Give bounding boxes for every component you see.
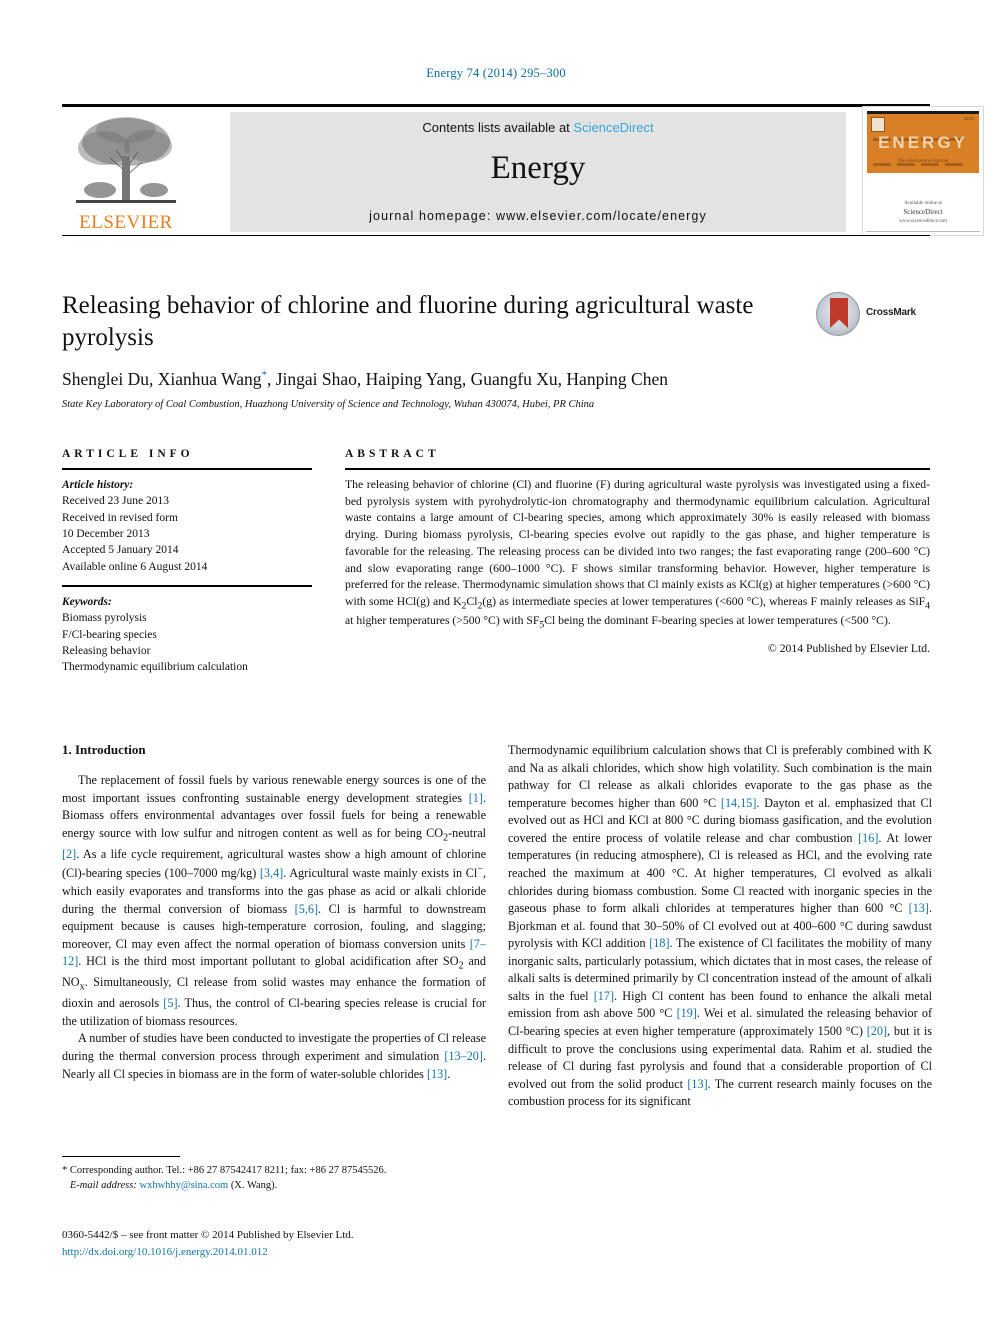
cover-footer-line1: Available online at — [904, 200, 942, 206]
keyword-item: Biomass pyrolysis — [62, 612, 147, 625]
citation-link[interactable]: [3,4] — [260, 866, 283, 880]
citation-link[interactable]: [16] — [858, 831, 878, 845]
elsevier-tree-icon — [70, 112, 182, 208]
article-history: Article history: Received 23 June 2013 R… — [62, 477, 312, 575]
masthead-top-rule — [62, 104, 930, 107]
crossmark-label: CrossMark — [866, 307, 916, 318]
author-names-rest: , Jingai Shao, Haiping Yang, Guangfu Xu,… — [266, 369, 668, 389]
citation-link[interactable]: [19] — [677, 1006, 697, 1020]
crossmark-ribbon-icon — [830, 298, 848, 328]
sciencedirect-link[interactable]: ScienceDirect — [573, 120, 653, 135]
citation-link[interactable]: [13] — [687, 1077, 707, 1091]
journal-title: Energy — [490, 150, 586, 186]
email-note: E-mail address: wxhwhhy@sina.com (X. Wan… — [62, 1178, 486, 1193]
author-list: Shenglei Du, Xianhua Wang*, Jingai Shao,… — [62, 369, 930, 390]
article-history-label: Article history: — [62, 479, 134, 491]
citation-link[interactable]: [18] — [649, 936, 669, 950]
section-heading-introduction: 1. Introduction — [62, 742, 146, 757]
keyword-item: F/Cl-bearing species — [62, 628, 157, 641]
running-head: Energy 74 (2014) 295–300 — [426, 66, 566, 80]
crossmark-badge[interactable]: CrossMark — [816, 292, 926, 338]
cover-decor-row-top — [873, 128, 973, 141]
contents-line: Contents lists available at ScienceDirec… — [230, 120, 846, 135]
email-owner: (X. Wang). — [230, 1180, 278, 1192]
email-label: E-mail address: — [69, 1180, 137, 1192]
citation-link[interactable]: [20] — [867, 1024, 887, 1038]
cover-title: ENERGY — [878, 133, 968, 152]
body-column-left: 1. Introduction The replacement of fossi… — [62, 742, 486, 1083]
paragraph: Thermodynamic equilibrium calculation sh… — [508, 743, 932, 1109]
abstract-panel: ABSTRACT The releasing behavior of chlor… — [345, 448, 930, 655]
citation-link[interactable]: [5] — [163, 996, 177, 1010]
history-item: Accepted 5 January 2014 — [62, 544, 179, 557]
cover-footer-line3: www.sciencedirect.com — [899, 218, 947, 224]
body-column-right: Thermodynamic equilibrium calculation sh… — [508, 742, 932, 1111]
history-item: Received in revised form — [62, 511, 178, 524]
affiliation: State Key Laboratory of Coal Combustion,… — [62, 399, 595, 410]
abstract-rule — [345, 468, 930, 470]
history-item: Available online 6 August 2014 — [62, 560, 208, 573]
footnote-rule — [62, 1156, 180, 1157]
citation-link[interactable]: [17] — [594, 989, 614, 1003]
abstract-copyright: © 2014 Published by Elsevier Ltd. — [767, 641, 930, 655]
masthead-bottom-rule — [62, 235, 930, 236]
cover-baseline-rule — [866, 231, 980, 232]
crossmark-circle-icon — [816, 292, 860, 336]
doi-link[interactable]: http://dx.doi.org/10.1016/j.energy.2014.… — [62, 1244, 562, 1261]
cover-subtitle: The International Journal — [897, 159, 949, 164]
citation-link[interactable]: [13] — [427, 1067, 447, 1081]
keywords-label: Keywords: — [62, 595, 112, 608]
citation-link[interactable]: [5,6] — [295, 902, 318, 916]
imprint-block: 0360-5442/$ – see front matter © 2014 Pu… — [62, 1227, 562, 1260]
author-names-first: Shenglei Du, Xianhua Wang — [62, 369, 262, 389]
citation-link[interactable]: [14,15] — [721, 796, 757, 810]
journal-masthead: ELSEVIER Contents lists available at Sci… — [62, 104, 984, 236]
corresponding-author-note: * Corresponding author. Tel.: +86 27 875… — [62, 1165, 387, 1176]
journal-cover-thumbnail[interactable]: ISSN ENERGY The International Journal Av… — [862, 106, 984, 236]
article-info-separator — [62, 584, 312, 587]
email-link[interactable]: wxhwhhy@sina.com — [139, 1180, 228, 1191]
keyword-item: Releasing behavior — [62, 644, 151, 657]
abstract-heading: ABSTRACT — [345, 448, 440, 460]
citation-link[interactable]: [13–20] — [444, 1049, 483, 1063]
article-info-panel: ARTICLE INFO Article history: Received 2… — [62, 448, 312, 676]
contents-prefix: Contents lists available at — [422, 120, 570, 135]
article-info-heading: ARTICLE INFO — [62, 448, 194, 460]
title-block: Releasing behavior of chlorine and fluor… — [62, 290, 930, 410]
keyword-item: Thermodynamic equilibrium calculation — [62, 661, 248, 674]
citation-link[interactable]: [1] — [469, 791, 483, 805]
citation-link[interactable]: [2] — [62, 847, 76, 861]
journal-homepage[interactable]: journal homepage: www.elsevier.com/locat… — [230, 209, 846, 223]
footnote-block: * Corresponding author. Tel.: +86 27 875… — [62, 1156, 486, 1193]
elsevier-logo: ELSEVIER — [62, 110, 190, 236]
citation-link[interactable]: [13] — [909, 901, 929, 915]
article-info-rule — [62, 468, 312, 470]
issn-line: 0360-5442/$ – see front matter © 2014 Pu… — [62, 1229, 354, 1241]
history-item: 10 December 2013 — [62, 527, 150, 540]
paragraph: A number of studies have been conducted … — [62, 1031, 486, 1081]
cover-top-bar — [867, 111, 979, 114]
abstract-text: The releasing behavior of chlorine (Cl) … — [345, 478, 931, 631]
paper-page: Energy 74 (2014) 295–300 ELSEVIER Conten… — [0, 0, 992, 1323]
citation-link[interactable]: [7–12] — [62, 937, 486, 969]
page-title: Releasing behavior of chlorine and fluor… — [62, 292, 754, 351]
cover-decor-row-bottom — [873, 153, 973, 166]
history-item: Received 23 June 2013 — [62, 495, 169, 508]
keywords-block: Keywords: Biomass pyrolysis F/Cl-bearing… — [62, 594, 312, 676]
journal-banner: Contents lists available at ScienceDirec… — [230, 112, 846, 232]
cover-issue-label: ISSN — [964, 116, 974, 121]
cover-orange-panel: ISSN ENERGY The International Journal — [867, 111, 979, 173]
cover-footer-line2: ScienceDirect — [903, 208, 943, 216]
cover-footer: Available online at ScienceDirect www.sc… — [863, 200, 983, 226]
elsevier-wordmark: ELSEVIER — [79, 212, 173, 233]
paragraph: The replacement of fossil fuels by vario… — [62, 773, 486, 1028]
